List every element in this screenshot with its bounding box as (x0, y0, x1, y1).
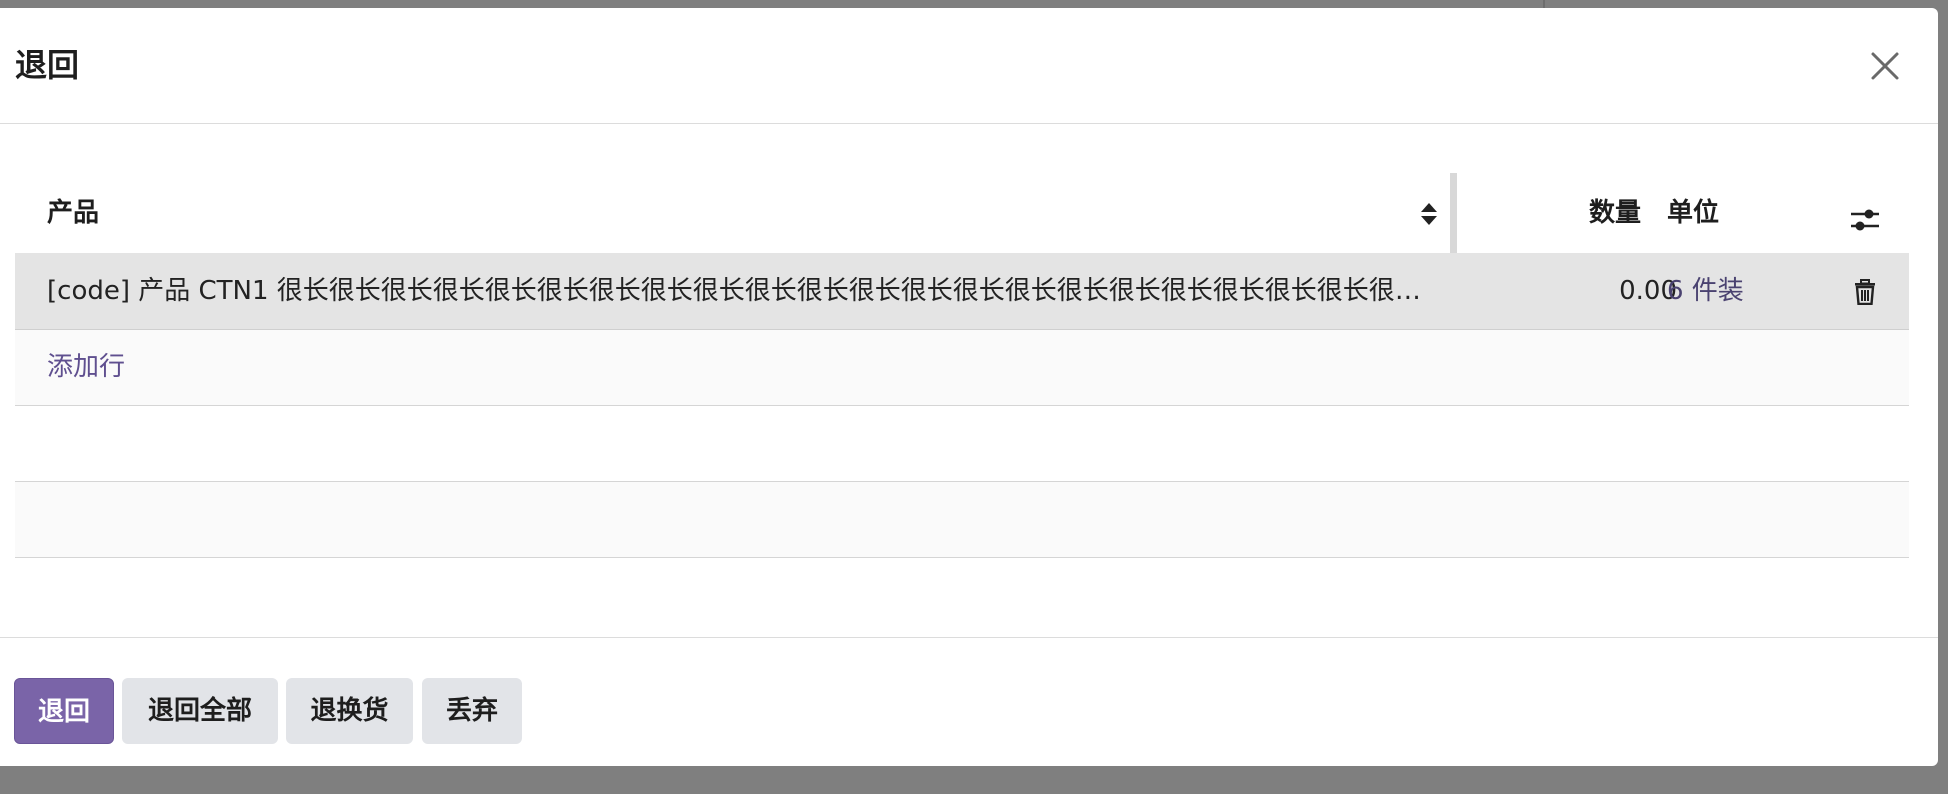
exchange-button[interactable]: 退换货 (286, 678, 413, 744)
quantity-cell[interactable]: 0.00 (1575, 271, 1677, 311)
return-button[interactable]: 退回 (14, 678, 114, 744)
column-header-product[interactable]: 产品 (47, 193, 99, 233)
add-line-link[interactable]: 添加行 (47, 347, 125, 387)
empty-row (15, 482, 1909, 558)
discard-button[interactable]: 丢弃 (422, 678, 522, 744)
add-line-row: 添加行 (15, 330, 1909, 406)
unit-cell[interactable]: 6 件装 (1667, 271, 1744, 311)
dialog-title: 退回 (15, 46, 80, 84)
optional-columns-icon[interactable] (1849, 207, 1881, 233)
product-cell[interactable]: [code] 产品 CTN1 很长很长很长很长很长很长很长很长很长很长很长很长很… (47, 271, 1439, 311)
sort-icon[interactable] (1419, 201, 1439, 227)
dialog-footer: 退回 退回全部 退换货 丢弃 (0, 637, 1938, 766)
column-header-quantity[interactable]: 数量 (1589, 193, 1641, 233)
return-dialog: 退回 产品 数量 单位 [code] 产品 CTN1 很长很长很长很长很长很长很… (0, 8, 1938, 766)
column-resize-handle[interactable] (1450, 173, 1457, 253)
table-header: 产品 数量 单位 (15, 173, 1909, 253)
close-button[interactable] (1865, 46, 1905, 86)
return-all-button[interactable]: 退回全部 (122, 678, 278, 744)
table-row[interactable]: [code] 产品 CTN1 很长很长很长很长很长很长很长很长很长很长很长很长很… (15, 253, 1909, 330)
column-header-unit[interactable]: 单位 (1667, 193, 1719, 233)
dialog-header: 退回 (0, 8, 1938, 124)
close-icon (1871, 52, 1899, 80)
product-table: 产品 数量 单位 [code] 产品 CTN1 很长很长很长很长很长很长很长很长… (15, 173, 1909, 558)
trash-icon[interactable] (1853, 279, 1877, 305)
empty-row (15, 406, 1909, 482)
